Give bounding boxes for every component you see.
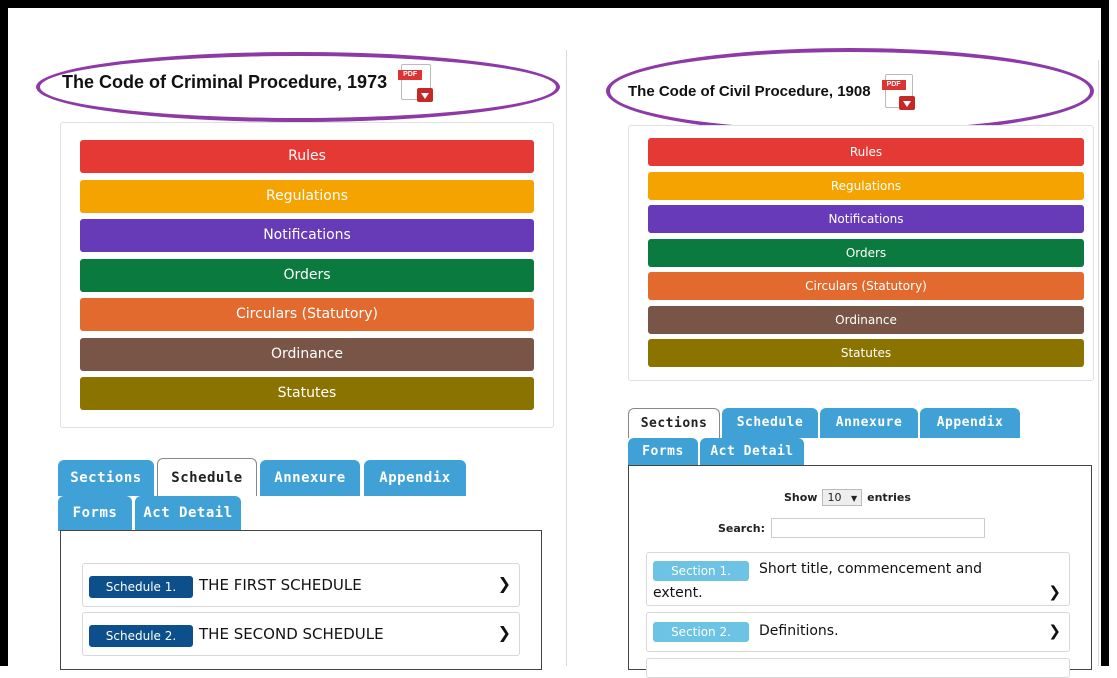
- right-panel-divider: [1098, 60, 1099, 666]
- tab-forms[interactable]: Forms: [628, 438, 698, 466]
- category-button-circulars-statutory[interactable]: Circulars (Statutory): [80, 298, 534, 331]
- section-badge: Section 1.: [653, 561, 749, 581]
- entries-control: Show 10 ▼ entries: [784, 489, 911, 506]
- schedule-title: THE FIRST SCHEDULE: [199, 576, 362, 594]
- table-row[interactable]: Schedule 1. THE FIRST SCHEDULE ❯: [82, 563, 520, 607]
- category-button-notifications[interactable]: Notifications: [80, 219, 534, 252]
- category-button-orders[interactable]: Orders: [80, 258, 534, 292]
- category-button-regulations[interactable]: Regulations: [80, 179, 534, 213]
- entries-select[interactable]: 10 ▼: [822, 489, 863, 506]
- tab-act-detail[interactable]: Act Detail: [700, 438, 804, 466]
- category-button-statutes[interactable]: Statutes: [80, 377, 534, 410]
- category-button-statutes[interactable]: Statutes: [648, 339, 1084, 367]
- left-title-row: The Code of Criminal Procedure, 1973 PDF: [62, 64, 434, 102]
- table-row[interactable]: Section 1. Short title, commencement and…: [646, 552, 1070, 606]
- section-title-continued: extent.: [653, 585, 703, 601]
- section-title: Short title, commencement and: [759, 561, 983, 577]
- pdf-tag: PDF: [398, 70, 423, 80]
- entries-select-value: 10: [827, 491, 842, 504]
- left-panel-divider: [566, 50, 567, 666]
- pdf-tag: PDF: [881, 80, 906, 90]
- search-label: Search:: [718, 521, 765, 535]
- table-row[interactable]: [646, 658, 1070, 678]
- entries-label: entries: [867, 491, 911, 504]
- chevron-right-icon[interactable]: ❯: [1048, 583, 1061, 601]
- schedule-title: THE SECOND SCHEDULE: [199, 625, 384, 643]
- download-arrow-icon: [417, 88, 434, 102]
- pdf-download-icon[interactable]: PDF: [398, 64, 434, 102]
- chevron-right-icon[interactable]: ❯: [498, 623, 511, 642]
- search-input[interactable]: [770, 518, 985, 538]
- chevron-right-icon[interactable]: ❯: [1048, 622, 1061, 640]
- category-button-notifications[interactable]: Notifications: [648, 205, 1084, 233]
- tab-forms[interactable]: Forms: [58, 496, 132, 531]
- schedule-badge: Schedule 1.: [89, 576, 193, 598]
- show-label: Show: [784, 491, 818, 504]
- category-button-ordinance[interactable]: Ordinance: [80, 337, 534, 371]
- tab-appendix[interactable]: Appendix: [920, 408, 1020, 438]
- act-title: The Code of Civil Procedure, 1908: [628, 82, 871, 100]
- category-button-circulars-statutory[interactable]: Circulars (Statutory): [648, 272, 1084, 300]
- download-arrow-icon: [898, 96, 915, 110]
- right-title-row: The Code of Civil Procedure, 1908 PDF: [628, 74, 915, 110]
- tab-schedule[interactable]: Schedule: [157, 458, 257, 496]
- category-button-orders[interactable]: Orders: [648, 238, 1084, 267]
- section-title: Definitions.: [759, 623, 839, 639]
- tab-appendix[interactable]: Appendix: [364, 460, 466, 496]
- tab-annexure[interactable]: Annexure: [820, 408, 918, 438]
- category-button-regulations[interactable]: Regulations: [648, 171, 1084, 200]
- table-row[interactable]: Section 2. Definitions. ❯: [646, 612, 1070, 652]
- act-title: The Code of Criminal Procedure, 1973: [62, 71, 388, 92]
- tab-annexure[interactable]: Annexure: [260, 460, 360, 496]
- pdf-download-icon[interactable]: PDF: [881, 74, 915, 110]
- dropdown-arrow-icon: ▼: [850, 494, 858, 503]
- category-button-rules[interactable]: Rules: [648, 138, 1084, 166]
- search-row: Search:: [718, 518, 985, 538]
- tab-sections[interactable]: Sections: [628, 408, 720, 438]
- schedule-badge: Schedule 2.: [89, 625, 193, 647]
- tab-schedule[interactable]: Schedule: [722, 408, 818, 438]
- tab-act-detail[interactable]: Act Detail: [135, 496, 241, 531]
- category-button-ordinance[interactable]: Ordinance: [648, 305, 1084, 334]
- chevron-right-icon[interactable]: ❯: [498, 574, 511, 593]
- table-row[interactable]: Schedule 2. THE SECOND SCHEDULE ❯: [82, 612, 520, 656]
- section-badge: Section 2.: [653, 622, 749, 642]
- tab-sections[interactable]: Sections: [58, 460, 154, 496]
- category-button-rules[interactable]: Rules: [80, 140, 534, 173]
